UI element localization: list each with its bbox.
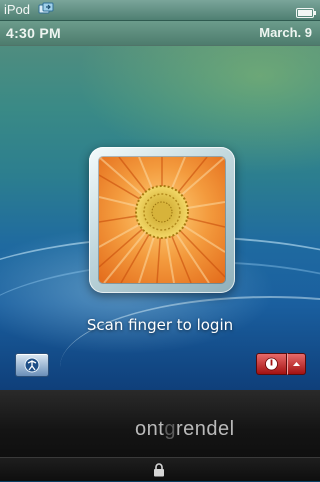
brand-label: ontgrendel xyxy=(135,418,235,441)
battery-icon xyxy=(296,5,316,18)
brand-text-dim: g xyxy=(164,418,176,440)
login-prompt: Scan finger to login xyxy=(86,316,234,334)
lock-info-bar: 4:30 PM March. 9 xyxy=(0,21,320,46)
chevron-up-icon xyxy=(288,361,305,378)
brand-text: ont xyxy=(135,418,165,440)
ease-of-access-button[interactable] xyxy=(15,353,49,377)
unlock-bar[interactable] xyxy=(0,457,320,481)
carrier-label: iPod xyxy=(4,2,31,17)
power-icon xyxy=(257,357,286,378)
sync-icon xyxy=(38,2,54,16)
brand-text: rendel xyxy=(175,418,235,440)
user-tile[interactable] xyxy=(89,147,235,293)
ease-of-access-icon xyxy=(16,357,48,380)
power-options xyxy=(256,353,306,375)
status-bar: iPod xyxy=(0,0,320,21)
shutdown-button[interactable] xyxy=(256,353,287,375)
lock-icon xyxy=(153,463,165,477)
clock-date: March. 9 xyxy=(259,25,312,40)
clock-time: 4:30 PM xyxy=(6,25,62,41)
power-menu-button[interactable] xyxy=(287,353,306,375)
bottom-panel: ontgrendel xyxy=(0,390,320,481)
user-tile-image xyxy=(99,157,225,283)
